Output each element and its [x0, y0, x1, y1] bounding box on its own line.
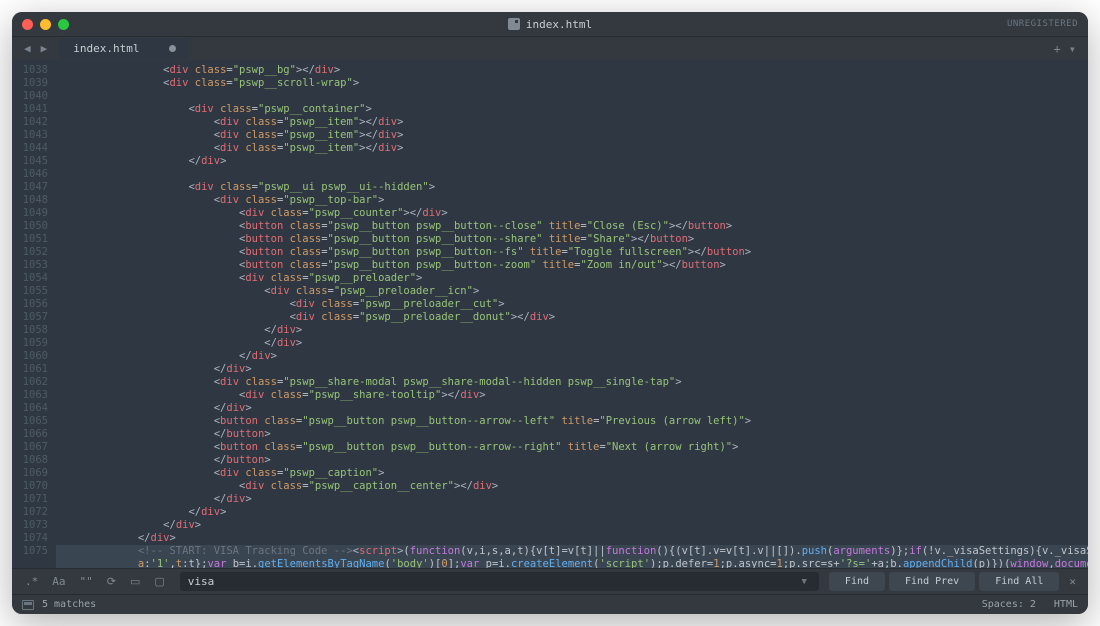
syntax-status[interactable]: HTML — [1054, 599, 1078, 610]
find-close-button[interactable]: ✕ — [1065, 575, 1080, 588]
window-controls — [22, 19, 69, 30]
status-left: 5 matches — [22, 599, 96, 610]
window-title: index.html — [12, 18, 1088, 31]
unsaved-dot-icon — [169, 45, 176, 52]
find-toggles: .* Aa "" ⟳ ▭ ▢ — [20, 573, 170, 590]
editor-window: index.html UNREGISTERED ◀ ▶ index.html +… — [12, 12, 1088, 614]
find-input-wrap: ▼ — [180, 572, 819, 591]
find-history-dropdown[interactable]: ▼ — [798, 577, 811, 587]
tab-actions: + ▾ — [1054, 42, 1080, 56]
close-window-icon[interactable] — [22, 19, 33, 30]
new-tab-button[interactable]: + — [1054, 42, 1061, 56]
status-right: Spaces: 2 HTML — [982, 599, 1078, 610]
minimize-window-icon[interactable] — [40, 19, 51, 30]
editor-area[interactable]: 1038103910401041104210431044104510461047… — [12, 60, 1088, 568]
tab-index-html[interactable]: index.html — [59, 38, 190, 59]
find-buttons: Find Find Prev Find All — [829, 572, 1059, 591]
find-input[interactable] — [188, 575, 798, 588]
code-area[interactable]: <div class="pswp__bg"></div> <div class=… — [56, 60, 1088, 568]
regex-toggle[interactable]: .* — [20, 573, 43, 590]
whole-word-toggle[interactable]: "" — [75, 573, 98, 590]
find-button[interactable]: Find — [829, 572, 885, 591]
case-toggle[interactable]: Aa — [47, 573, 70, 590]
match-count: 5 matches — [42, 599, 96, 610]
line-gutter: 1038103910401041104210431044104510461047… — [12, 60, 56, 568]
find-panel: .* Aa "" ⟳ ▭ ▢ ▼ Find Find Prev Find All… — [12, 568, 1088, 594]
in-selection-toggle[interactable]: ▭ — [125, 573, 145, 590]
document-icon — [508, 18, 520, 30]
titlebar[interactable]: index.html UNREGISTERED — [12, 12, 1088, 36]
find-all-button[interactable]: Find All — [979, 572, 1059, 591]
window-title-text: index.html — [526, 18, 592, 31]
back-button[interactable]: ◀ — [20, 40, 35, 57]
unregistered-label: UNREGISTERED — [1007, 19, 1078, 29]
tabs: index.html — [59, 38, 1053, 59]
maximize-window-icon[interactable] — [58, 19, 69, 30]
indent-status[interactable]: Spaces: 2 — [982, 599, 1036, 610]
status-bar: 5 matches Spaces: 2 HTML — [12, 594, 1088, 614]
forward-button[interactable]: ▶ — [37, 40, 52, 57]
highlight-toggle[interactable]: ▢ — [149, 573, 169, 590]
nav-arrows: ◀ ▶ — [20, 40, 51, 57]
tab-dropdown-button[interactable]: ▾ — [1069, 42, 1076, 56]
panel-icon[interactable] — [22, 600, 34, 610]
wrap-toggle[interactable]: ⟳ — [102, 573, 121, 590]
tab-bar: ◀ ▶ index.html + ▾ — [12, 36, 1088, 60]
find-prev-button[interactable]: Find Prev — [889, 572, 975, 591]
tab-label: index.html — [73, 42, 139, 55]
